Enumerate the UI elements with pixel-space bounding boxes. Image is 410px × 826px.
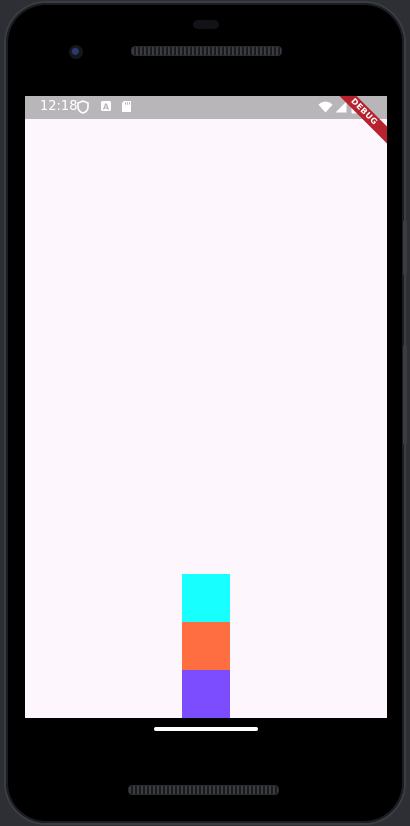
sd-card-icon <box>122 101 131 112</box>
cyan-box <box>182 574 230 622</box>
signal-icon <box>335 101 347 113</box>
orange-box <box>182 622 230 670</box>
screen: 12:18 A DEBUG <box>25 96 387 718</box>
shield-icon <box>77 100 89 114</box>
bottom-speaker-grille <box>128 785 279 795</box>
status-bar: 12:18 A DEBUG <box>25 96 387 149</box>
front-camera <box>69 45 83 59</box>
top-speaker-grille <box>131 46 282 56</box>
purple-box <box>182 670 230 718</box>
app-body <box>25 119 387 718</box>
volume-button[interactable] <box>403 345 407 445</box>
power-button[interactable] <box>403 220 407 275</box>
box-stack <box>182 574 230 718</box>
status-time: 12:18 <box>40 99 78 114</box>
earpiece-slot <box>193 20 219 29</box>
a-notification-icon: A <box>101 101 111 111</box>
gesture-nav-handle[interactable] <box>154 727 258 731</box>
svg-text:A: A <box>103 102 110 111</box>
wifi-icon <box>318 101 333 113</box>
